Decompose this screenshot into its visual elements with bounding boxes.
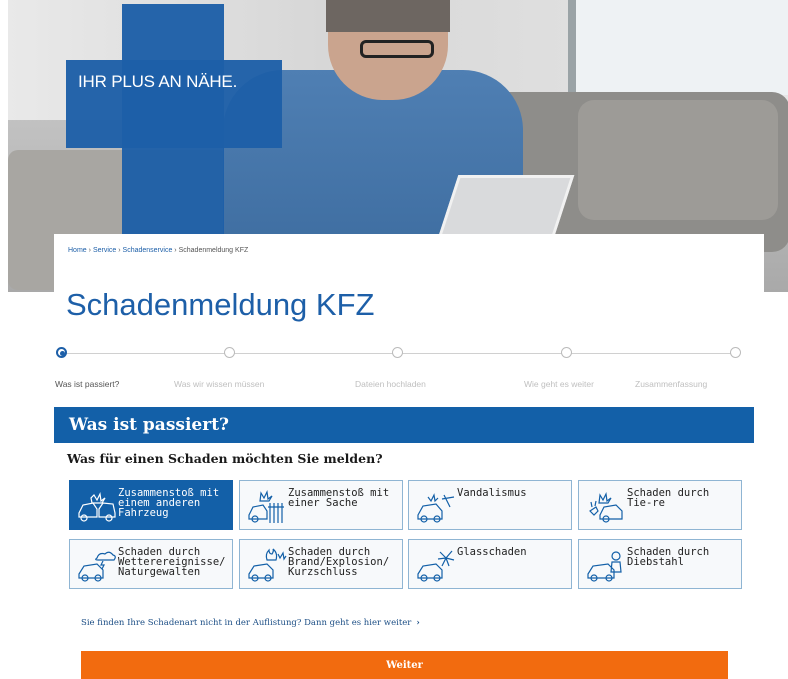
step-dot-1 — [56, 347, 67, 358]
tile-label: Zusammenstoß mit einem anderen Fahrzeug — [118, 487, 220, 519]
damage-tile-weather[interactable]: Schaden durch Wetterereignisse/ Naturgew… — [69, 539, 233, 589]
step-dot-4 — [561, 347, 572, 358]
tile-label: Vandalismus — [457, 487, 527, 499]
car-collision-icon — [78, 492, 116, 522]
breadcrumb-separator: › — [118, 247, 121, 254]
tile-label: Schaden durch Tie-re — [627, 487, 710, 509]
tile-label: Zusammenstoß mit einer Sache — [288, 487, 390, 509]
step-label-2: Was wir wissen müssen — [174, 379, 265, 389]
damage-tile-glass[interactable]: Glasschaden — [408, 539, 572, 589]
step-label-1: Was ist passiert? — [55, 379, 120, 389]
chevron-right-icon: › — [416, 618, 420, 628]
breadcrumb-home[interactable]: Home — [68, 247, 87, 254]
step-dot-5 — [730, 347, 741, 358]
hero-sofa-cushion — [578, 100, 778, 220]
damage-tile-animal[interactable]: Schaden durch Tie-re — [578, 480, 742, 530]
continue-button[interactable]: Weiter — [81, 651, 728, 679]
tile-label: Glasschaden — [457, 546, 527, 558]
animal-damage-icon — [589, 492, 623, 523]
damage-tile-vandalism[interactable]: Vandalismus — [408, 480, 572, 530]
breadcrumb-separator: › — [174, 247, 177, 254]
step-label-3: Dateien hochladen — [355, 379, 426, 389]
breadcrumb-separator: › — [88, 247, 91, 254]
breadcrumb-schadenservice[interactable]: Schadenservice — [123, 247, 173, 254]
vandalism-icon — [417, 493, 455, 523]
section-heading: Was ist passiert? — [69, 415, 230, 435]
damage-tile-theft[interactable]: Schaden durch Diebstahl — [578, 539, 742, 589]
car-object-collision-icon — [248, 490, 284, 523]
breadcrumb-current: Schadenmeldung KFZ — [178, 247, 249, 254]
hero-person-hair — [326, 0, 450, 32]
progress-stepper: Was ist passiert? Was wir wissen müssen … — [54, 343, 744, 395]
step-label-5: Zusammenfassung — [635, 379, 708, 389]
step-dot-3 — [392, 347, 403, 358]
other-damage-link-label: Sie finden Ihre Schadenart nicht in der … — [81, 618, 412, 628]
step-label-4: Wie geht es weiter — [524, 379, 594, 389]
hero-slogan: IHR PLUS AN NÄHE. — [78, 72, 238, 91]
other-damage-link[interactable]: Sie finden Ihre Schadenart nicht in der … — [81, 618, 420, 628]
hero-window — [568, 0, 788, 95]
glass-damage-icon — [417, 550, 455, 582]
damage-tile-fire[interactable]: Schaden durch Brand/Explosion/ Kurzschlu… — [239, 539, 403, 589]
tile-label: Schaden durch Wetterereignisse/ Naturgew… — [118, 546, 226, 578]
hero-person-glasses — [360, 40, 434, 58]
step-dot-2 — [224, 347, 235, 358]
page-title: Schadenmeldung KFZ — [66, 286, 375, 322]
damage-question: Was für einen Schaden möchten Sie melden… — [67, 451, 383, 466]
damage-tile-vehicle-collision[interactable]: Zusammenstoß mit einem anderen Fahrzeug — [69, 480, 233, 530]
breadcrumb: Home › Service › Schadenservice › Schade… — [68, 247, 248, 254]
tile-label: Schaden durch Diebstahl — [627, 546, 710, 568]
weather-damage-icon — [78, 551, 116, 582]
fire-damage-icon — [248, 548, 287, 582]
tile-label: Schaden durch Brand/Explosion/ Kurzschlu… — [288, 546, 390, 578]
theft-icon — [587, 551, 622, 582]
section-header: Was ist passiert? — [54, 407, 754, 443]
breadcrumb-service[interactable]: Service — [93, 247, 116, 254]
damage-tile-object-collision[interactable]: Zusammenstoß mit einer Sache — [239, 480, 403, 530]
